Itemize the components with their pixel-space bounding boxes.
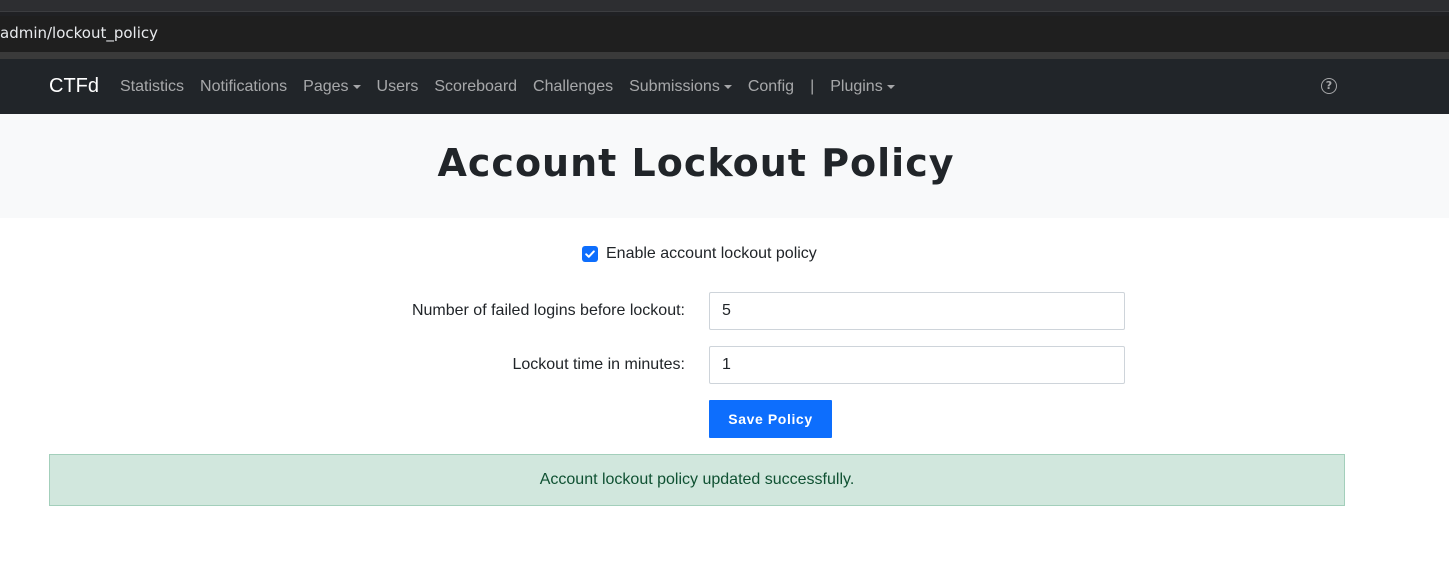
- browser-tab[interactable]: [0, 0, 1449, 12]
- page-title: Account Lockout Policy: [437, 141, 955, 185]
- nav-menu: Statistics Notifications Pages Users Sco…: [112, 59, 903, 114]
- nav-item-pages[interactable]: Pages: [295, 78, 368, 96]
- success-alert-message: Account lockout policy updated successfu…: [539, 471, 855, 488]
- nav-item-challenges[interactable]: Challenges: [525, 78, 621, 96]
- address-bar[interactable]: admin/lockout_policy: [0, 16, 1449, 52]
- nav-item-label: Notifications: [200, 77, 288, 95]
- nav-item-statistics[interactable]: Statistics: [112, 78, 192, 96]
- nav-item-users[interactable]: Users: [369, 78, 427, 96]
- browser-tab-strip: [0, 0, 1449, 16]
- nav-item-notifications[interactable]: Notifications: [192, 78, 295, 96]
- enable-lockout-checkbox[interactable]: [582, 246, 598, 262]
- nav-item-label: Users: [376, 77, 419, 95]
- nav-divider: |: [810, 77, 815, 95]
- nav-item-label: Statistics: [120, 77, 185, 95]
- checkmark-icon: [585, 250, 595, 258]
- question-circle-icon[interactable]: ?: [1321, 78, 1337, 94]
- page-header: Account Lockout Policy: [0, 114, 1449, 218]
- nav-item-scoreboard[interactable]: Scoreboard: [426, 78, 525, 96]
- failed-logins-input[interactable]: 5: [709, 292, 1125, 330]
- caret-down-icon: [352, 84, 361, 89]
- nav-item-label: Scoreboard: [434, 77, 518, 95]
- nav-item-plugins[interactable]: Plugins: [822, 78, 902, 96]
- success-alert: Account lockout policy updated successfu…: [49, 454, 1345, 506]
- brand-link[interactable]: CTFd: [49, 59, 99, 114]
- caret-down-icon: [886, 84, 895, 89]
- address-bar-url: admin/lockout_policy: [0, 24, 159, 42]
- failed-logins-label: Number of failed logins before lockout:: [411, 302, 685, 319]
- enable-lockout-label: Enable account lockout policy: [606, 245, 817, 262]
- lockout-time-label: Lockout time in minutes:: [512, 356, 685, 373]
- nav-item-label: Config: [747, 77, 795, 95]
- nav-item-label: Challenges: [533, 77, 614, 95]
- caret-down-icon: [723, 84, 732, 89]
- browser-separator: [0, 52, 1449, 59]
- top-navbar: CTFd Statistics Notifications Pages User…: [0, 59, 1449, 114]
- lockout-time-input[interactable]: 1: [709, 346, 1125, 384]
- nav-item-label: Submissions: [629, 77, 720, 95]
- save-policy-button[interactable]: Save Policy: [709, 400, 832, 438]
- nav-item-label: Plugins: [830, 77, 883, 95]
- nav-item-label: Pages: [303, 77, 349, 95]
- enable-lockout-row[interactable]: Enable account lockout policy: [582, 245, 817, 263]
- nav-item-config[interactable]: Config: [740, 78, 802, 96]
- nav-item-submissions[interactable]: Submissions: [621, 78, 740, 96]
